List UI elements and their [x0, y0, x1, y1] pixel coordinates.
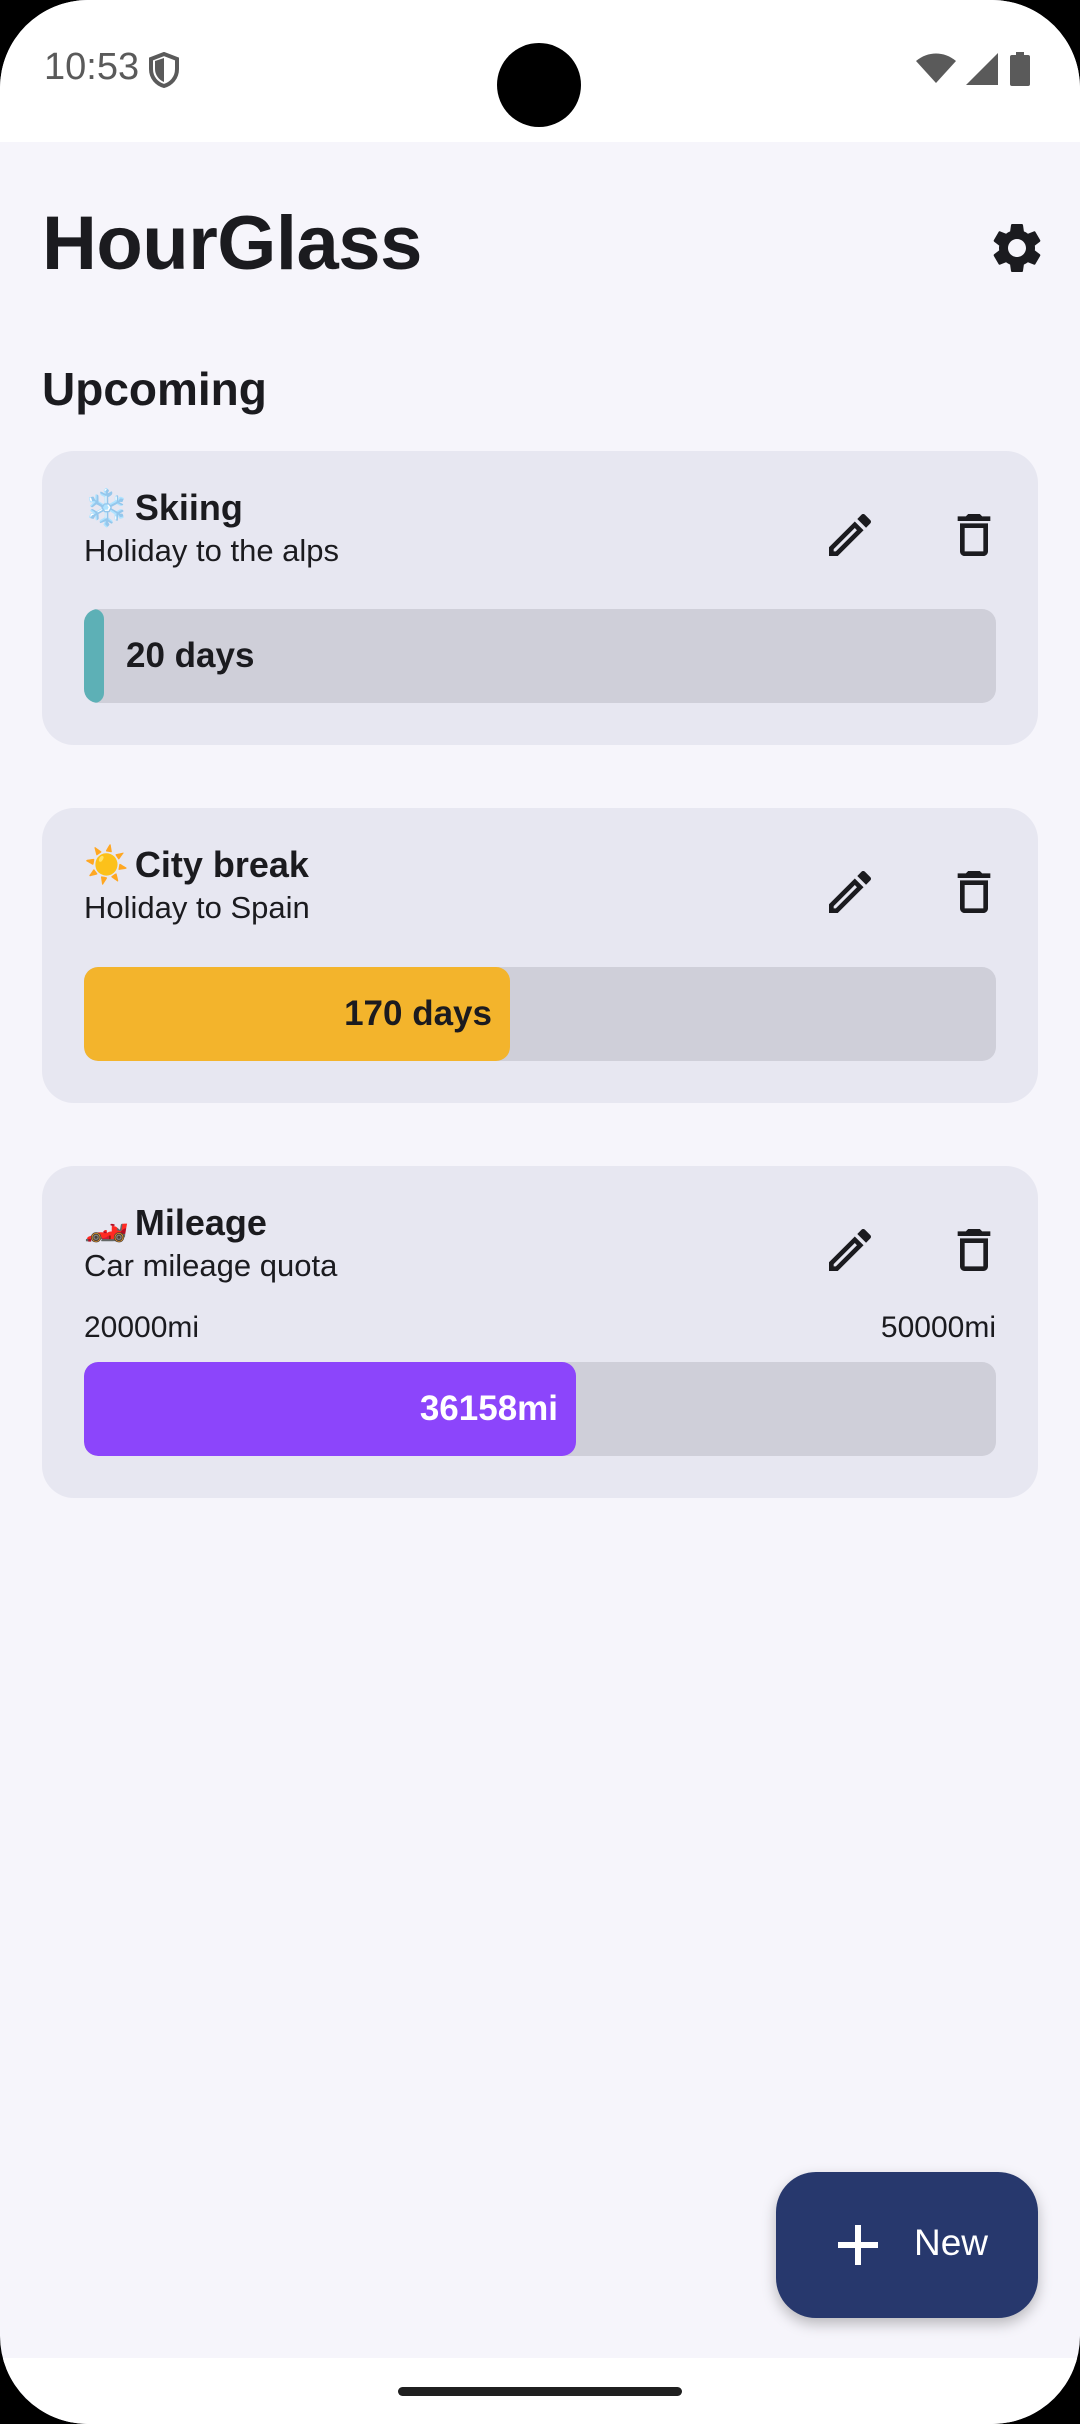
- card-subtitle: Car mileage quota: [84, 1248, 338, 1283]
- countdown-card[interactable]: 🏎️ Mileage Car mileage quota 20000mi 5000…: [42, 1166, 1038, 1498]
- snowflake-icon: ❄️: [84, 487, 129, 528]
- home-gesture-handle[interactable]: [398, 2387, 682, 2396]
- progress-track: 36158mi: [84, 1362, 996, 1456]
- progress-fill: [84, 609, 104, 703]
- delete-button[interactable]: [938, 499, 1010, 571]
- camera-cutout: [497, 43, 581, 127]
- card-subtitle: Holiday to Spain: [84, 890, 310, 925]
- shield-icon: [149, 52, 179, 88]
- delete-button[interactable]: [938, 1214, 1010, 1286]
- progress-track: 170 days: [84, 967, 996, 1061]
- edit-button[interactable]: [814, 856, 886, 928]
- status-indicators: [916, 52, 1030, 86]
- countdown-card[interactable]: ❄️ Skiing Holiday to the alps 20 days: [42, 451, 1038, 745]
- new-button[interactable]: New: [776, 2172, 1038, 2318]
- progress-track: 20 days: [84, 609, 996, 703]
- pencil-icon: [829, 1229, 872, 1271]
- card-title-text: Mileage: [134, 1202, 267, 1243]
- progress-label: 36158mi: [419, 1389, 558, 1428]
- status-time: 10:53: [44, 46, 140, 88]
- pencil-icon: [829, 514, 872, 556]
- race-car-icon: 🏎️: [84, 1202, 129, 1243]
- battery-icon: [1010, 52, 1030, 86]
- trash-icon: [957, 871, 991, 913]
- card-title: ☀️ City break: [84, 844, 309, 886]
- edit-button[interactable]: [814, 499, 886, 571]
- edit-button[interactable]: [814, 1214, 886, 1286]
- new-button-label: New: [914, 2222, 989, 2263]
- wifi-icon: [916, 53, 956, 83]
- range-min-label: 20000mi: [84, 1311, 200, 1344]
- countdown-card[interactable]: ☀️ City break Holiday to Spain 170 days: [42, 808, 1038, 1103]
- settings-button[interactable]: [987, 218, 1047, 278]
- trash-icon: [957, 1229, 991, 1271]
- trash-icon: [957, 514, 991, 556]
- plus-icon: [838, 2225, 878, 2265]
- card-subtitle: Holiday to the alps: [84, 533, 340, 568]
- sun-icon: ☀️: [84, 844, 129, 885]
- card-title-text: Skiing: [134, 487, 243, 528]
- card-title: ❄️ Skiing: [84, 487, 243, 529]
- app-title: HourGlass: [42, 201, 422, 286]
- signal-icon: [966, 53, 998, 85]
- progress-label: 170 days: [344, 994, 492, 1033]
- gear-icon: [993, 224, 1041, 272]
- status-bar: 10:53: [0, 0, 1080, 142]
- card-title-text: City break: [134, 844, 309, 885]
- progress-label: 20 days: [126, 636, 255, 675]
- range-max-label: 50000mi: [880, 1311, 996, 1344]
- card-title: 🏎️ Mileage: [84, 1202, 267, 1244]
- delete-button[interactable]: [938, 856, 1010, 928]
- pencil-icon: [829, 871, 872, 913]
- app-screen: 10:53 HourGlass Upcoming ❄️ Skiing Holid…: [0, 0, 1080, 2424]
- section-title-upcoming: Upcoming: [42, 363, 267, 415]
